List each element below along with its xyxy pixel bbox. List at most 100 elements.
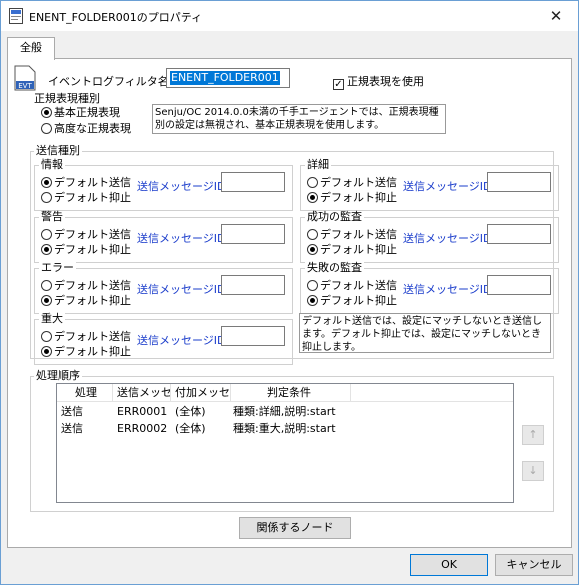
- process-order-label: 処理順序: [34, 369, 82, 382]
- column-header-additional-message[interactable]: 付加メッセ...: [171, 384, 231, 401]
- send-message-id-input[interactable]: [221, 275, 285, 295]
- table-cell: (全体): [175, 405, 206, 418]
- radio-label: デフォルト送信: [320, 279, 397, 292]
- default-send-radio[interactable]: デフォルト送信: [307, 279, 397, 292]
- radio-selected-icon: [307, 192, 318, 203]
- default-send-radio[interactable]: デフォルト送信: [41, 228, 131, 241]
- send-message-id-input[interactable]: [487, 224, 551, 244]
- radio-unselected-icon: [41, 192, 52, 203]
- regex-checkbox[interactable]: ✓ 正規表現を使用: [333, 73, 424, 90]
- properties-dialog: ENENT_FOLDER001のプロパティ ✕ 全般 EVT イベントログフィル…: [0, 0, 579, 585]
- radio-unselected-icon: [307, 229, 318, 240]
- radio-label: デフォルト抑止: [54, 294, 131, 307]
- send-subgroup-label: 重大: [39, 312, 65, 325]
- radio-selected-icon: [307, 295, 318, 306]
- send-message-id-input[interactable]: [487, 275, 551, 295]
- radio-label: デフォルト抑止: [320, 243, 397, 256]
- radio-label: デフォルト送信: [320, 228, 397, 241]
- column-header-action[interactable]: 処理: [57, 384, 113, 401]
- radio-unselected-icon: [41, 280, 52, 291]
- filter-name-value: ENENT_FOLDER001: [170, 71, 280, 85]
- radio-selected-icon: [41, 107, 52, 118]
- default-send-radio[interactable]: デフォルト送信: [41, 176, 131, 189]
- move-up-button[interactable]: ↑: [522, 425, 544, 445]
- radio-label: デフォルト抑止: [54, 191, 131, 204]
- default-suppress-radio[interactable]: デフォルト抑止: [307, 191, 397, 204]
- send-subgroup-label: 情報: [39, 158, 65, 171]
- arrow-down-icon: ↓: [528, 464, 538, 477]
- send-subgroup-label: エラー: [39, 261, 76, 274]
- send-message-id-input[interactable]: [221, 172, 285, 192]
- regex-advanced-radio[interactable]: 高度な正規表現: [41, 122, 131, 135]
- send-message-id-input[interactable]: [221, 326, 285, 346]
- radio-label: デフォルト抑止: [54, 345, 131, 358]
- close-icon[interactable]: ✕: [541, 5, 571, 27]
- send-subgroup-label: 警告: [39, 210, 65, 223]
- filter-name-input[interactable]: ENENT_FOLDER001: [166, 68, 290, 88]
- radio-label: デフォルト抑止: [54, 243, 131, 256]
- column-header-send-message[interactable]: 送信メッセ...: [113, 384, 171, 401]
- tab-general[interactable]: 全般: [7, 37, 55, 60]
- title-bar: ENENT_FOLDER001のプロパティ ✕: [1, 1, 578, 31]
- radio-unselected-icon: [307, 280, 318, 291]
- send-subgroup: 詳細 デフォルト送信 デフォルト抑止 送信メッセージID：: [300, 159, 559, 211]
- default-suppress-radio[interactable]: デフォルト抑止: [41, 294, 131, 307]
- send-subgroup: 重大 デフォルト送信 デフォルト抑止 送信メッセージID：: [34, 313, 293, 365]
- send-type-label: 送信種別: [34, 144, 82, 157]
- related-nodes-button[interactable]: 関係するノード: [239, 517, 351, 539]
- radio-label: デフォルト送信: [320, 176, 397, 189]
- table-cell: 送信: [61, 422, 83, 435]
- send-message-id-input[interactable]: [221, 224, 285, 244]
- radio-selected-icon: [41, 177, 52, 188]
- radio-selected-icon: [41, 295, 52, 306]
- radio-unselected-icon: [41, 123, 52, 134]
- default-suppress-radio[interactable]: デフォルト抑止: [307, 243, 397, 256]
- general-tab-panel: EVT イベントログフィルタ名： ENENT_FOLDER001 ✓ 正規表現を使…: [7, 58, 572, 548]
- radio-selected-icon: [41, 244, 52, 255]
- cancel-button[interactable]: キャンセル: [495, 554, 573, 576]
- default-suppress-radio[interactable]: デフォルト抑止: [41, 345, 131, 358]
- move-down-button[interactable]: ↓: [522, 461, 544, 481]
- default-suppress-radio[interactable]: デフォルト抑止: [41, 191, 131, 204]
- radio-selected-icon: [41, 346, 52, 357]
- send-message-id-input[interactable]: [487, 172, 551, 192]
- table-row[interactable]: 送信 ERR0001 (全体) 種類:詳細,説明:start: [57, 404, 513, 420]
- send-subgroup: エラー デフォルト送信 デフォルト抑止 送信メッセージID：: [34, 262, 293, 314]
- default-suppress-radio[interactable]: デフォルト抑止: [307, 294, 397, 307]
- app-icon: [9, 8, 23, 24]
- send-subgroup-label: 失敗の監査: [305, 261, 364, 274]
- column-header-condition[interactable]: 判定条件: [231, 384, 351, 401]
- table-row[interactable]: 送信 ERR0002 (全体) 種類:重大,説明:start: [57, 421, 513, 437]
- ok-button[interactable]: OK: [410, 554, 488, 576]
- default-send-radio[interactable]: デフォルト送信: [41, 279, 131, 292]
- default-suppress-radio[interactable]: デフォルト抑止: [41, 243, 131, 256]
- send-subgroup: 成功の監査 デフォルト送信 デフォルト抑止 送信メッセージID：: [300, 211, 559, 263]
- table-cell: ERR0002: [117, 422, 168, 435]
- filter-name-label: イベントログフィルタ名：: [48, 75, 180, 88]
- regex-advanced-label: 高度な正規表現: [54, 122, 131, 135]
- regex-note: Senju/OC 2014.0.0未満の千手エージェントでは、正規表現種別の設定…: [152, 104, 446, 134]
- radio-label: デフォルト抑止: [320, 191, 397, 204]
- window-title: ENENT_FOLDER001のプロパティ: [29, 11, 203, 24]
- checkbox-checked-icon: ✓: [333, 79, 344, 90]
- send-subgroup-label: 詳細: [305, 158, 331, 171]
- radio-unselected-icon: [41, 229, 52, 240]
- header-divider: [57, 401, 513, 402]
- default-send-radio[interactable]: デフォルト送信: [307, 228, 397, 241]
- table-cell: ERR0001: [117, 405, 168, 418]
- send-subgroup: 情報 デフォルト送信 デフォルト抑止 送信メッセージID：: [34, 159, 293, 211]
- radio-selected-icon: [307, 244, 318, 255]
- radio-label: デフォルト送信: [54, 176, 131, 189]
- send-subgroup: 警告 デフォルト送信 デフォルト抑止 送信メッセージID：: [34, 211, 293, 263]
- radio-unselected-icon: [41, 331, 52, 342]
- process-order-list[interactable]: 処理 送信メッセ... 付加メッセ... 判定条件 送信 ERR0001 (全体) 種…: [56, 383, 514, 503]
- send-type-note: デフォルト送信では、設定にマッチしないとき送信します。デフォルト抑止では、設定に…: [299, 313, 551, 353]
- default-send-radio[interactable]: デフォルト送信: [41, 330, 131, 343]
- table-cell: (全体): [175, 422, 206, 435]
- radio-label: デフォルト送信: [54, 279, 131, 292]
- regex-basic-radio[interactable]: 基本正規表現: [41, 106, 120, 119]
- radio-label: デフォルト抑止: [320, 294, 397, 307]
- default-send-radio[interactable]: デフォルト送信: [307, 176, 397, 189]
- table-cell: 送信: [61, 405, 83, 418]
- radio-label: デフォルト送信: [54, 330, 131, 343]
